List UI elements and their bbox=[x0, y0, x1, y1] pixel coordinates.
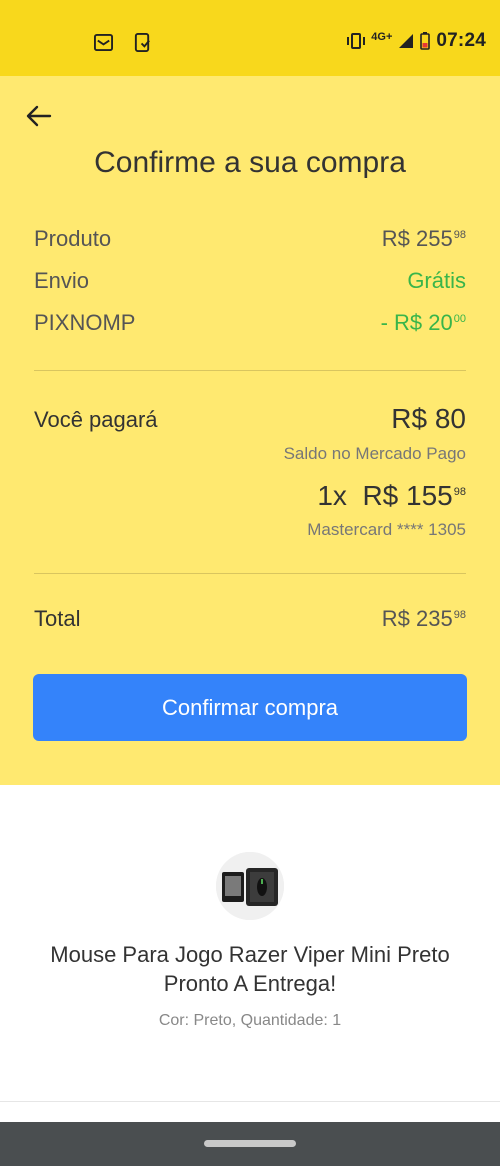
balance-amount: R$ 80 bbox=[391, 403, 466, 434]
vibrate-icon bbox=[347, 33, 366, 49]
clock: 07:24 bbox=[436, 30, 486, 51]
page-title: Confirme a sua compra bbox=[94, 146, 406, 179]
status-bar: 4G+ 07:24 bbox=[0, 0, 500, 76]
product-title: Mouse Para Jogo Razer Viper Mini Preto P… bbox=[50, 942, 450, 996]
shipping-value: Grátis bbox=[407, 268, 466, 293]
coupon-row: PIXNOMP - R$ 2000 bbox=[34, 310, 466, 336]
coupon-label: PIXNOMP bbox=[34, 310, 136, 335]
confirm-purchase-button[interactable]: Confirmar compra bbox=[33, 674, 467, 741]
total-row: Total R$ 23598 bbox=[34, 606, 466, 632]
product-details: Cor: Preto, Quantidade: 1 bbox=[158, 1012, 342, 1029]
shipping-label: Envio bbox=[34, 268, 90, 293]
shipping-row: Envio Grátis bbox=[34, 268, 466, 294]
signal-icon bbox=[399, 34, 414, 48]
network-type: 4G+ bbox=[371, 31, 393, 43]
system-nav-bar bbox=[0, 1122, 500, 1166]
installments: 1x bbox=[317, 480, 347, 511]
mail-icon bbox=[94, 33, 113, 52]
battery-icon bbox=[420, 32, 431, 50]
divider bbox=[0, 1101, 500, 1102]
divider bbox=[34, 573, 466, 574]
product-thumbnail bbox=[216, 852, 284, 920]
home-gesture-bar[interactable] bbox=[204, 1140, 296, 1147]
product-price: R$ 25598 bbox=[381, 226, 466, 251]
pay-label: Você pagará bbox=[34, 407, 158, 432]
coupon-discount: - R$ 2000 bbox=[380, 310, 466, 335]
product-row: Produto R$ 25598 bbox=[34, 226, 466, 252]
back-arrow-icon[interactable] bbox=[24, 101, 54, 131]
product-label: Produto bbox=[34, 226, 112, 251]
balance-source: Saldo no Mercado Pago bbox=[283, 444, 466, 463]
divider bbox=[34, 370, 466, 371]
card-info: Mastercard **** 1305 bbox=[307, 520, 466, 539]
phone-icon bbox=[134, 33, 150, 52]
card-payment: 1x R$ 15598 bbox=[317, 480, 466, 511]
total-value: R$ 23598 bbox=[381, 606, 466, 631]
total-label: Total bbox=[34, 606, 81, 631]
